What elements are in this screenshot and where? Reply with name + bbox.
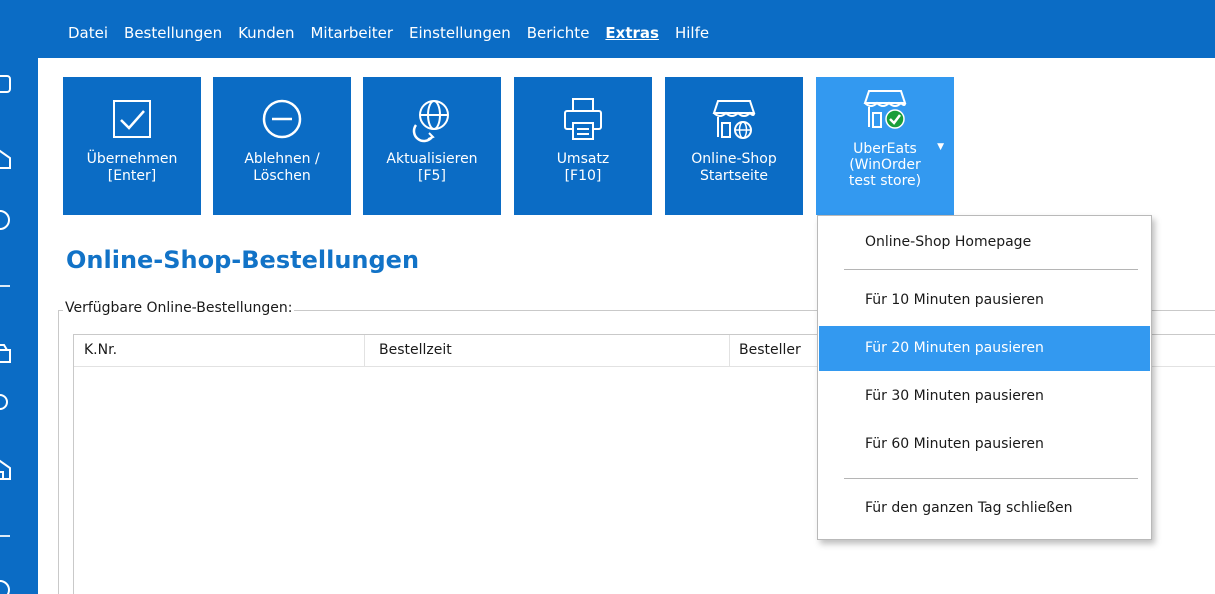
menu-berichte[interactable]: Berichte	[527, 24, 590, 42]
online-shop-label-line2: Startseite	[699, 168, 769, 184]
reject-button[interactable]: Ablehnen / Löschen	[213, 77, 351, 215]
sidebar-divider	[0, 535, 10, 537]
menu-bestellungen[interactable]: Bestellungen	[124, 24, 222, 42]
ubereats-store-label: UberEats (WinOrder test store)	[820, 141, 950, 189]
left-sidebar	[0, 0, 38, 594]
sidebar-icon-7[interactable]	[0, 578, 12, 594]
shop-globe-icon	[712, 100, 756, 139]
printer-icon	[564, 98, 602, 140]
refresh-label-line1: Aktualisieren	[386, 151, 478, 167]
menu-datei[interactable]: Datei	[68, 24, 108, 42]
sidebar-divider	[0, 285, 10, 287]
refresh-label: Aktualisieren [F5]	[367, 151, 497, 185]
accept-button[interactable]: Übernehmen [Enter]	[63, 77, 201, 215]
refresh-button[interactable]: Aktualisieren [F5]	[363, 77, 501, 215]
refresh-label-line2: [F5]	[418, 168, 446, 184]
column-header-besteller[interactable]: Besteller	[739, 342, 801, 358]
sidebar-icon-1[interactable]	[0, 72, 12, 96]
sidebar-icon-5[interactable]	[0, 390, 12, 414]
menu-extras[interactable]: Extras	[605, 24, 659, 42]
reject-label-line1: Ablehnen /	[244, 151, 320, 167]
menu-separator	[844, 478, 1138, 479]
menu-item-online-shop-homepage[interactable]: Online-Shop Homepage	[819, 220, 1150, 265]
menu-bar: Datei Bestellungen Kunden Mitarbeiter Ei…	[38, 0, 1215, 58]
revenue-button[interactable]: Umsatz [F10]	[514, 77, 652, 215]
app-window: { "menu": ["Datei", "Bestellungen", "Kun…	[0, 0, 1215, 594]
menu-item-pause-60[interactable]: Für 60 Minuten pausieren	[819, 422, 1150, 467]
revenue-label: Umsatz [F10]	[518, 151, 648, 185]
globe-refresh-icon	[412, 100, 449, 143]
sidebar-icon-4[interactable]	[0, 342, 12, 366]
reject-label-line2: Löschen	[253, 168, 311, 184]
dropdown-caret-icon[interactable]: ▼	[937, 143, 944, 152]
column-header-bestellzeit[interactable]: Bestellzeit	[379, 342, 452, 358]
menu-item-pause-20[interactable]: Für 20 Minuten pausieren	[819, 326, 1150, 371]
menu-einstellungen[interactable]: Einstellungen	[409, 24, 511, 42]
online-shop-label-line1: Online-Shop	[691, 151, 777, 167]
column-separator[interactable]	[364, 335, 365, 367]
online-shop-label: Online-Shop Startseite	[669, 151, 799, 185]
accept-label-line2: [Enter]	[107, 168, 157, 184]
revenue-label-line2: [F10]	[564, 168, 602, 184]
ubereats-store-button[interactable]: UberEats (WinOrder test store) ▼	[816, 77, 954, 215]
reject-label: Ablehnen / Löschen	[217, 151, 347, 185]
accept-label-line1: Übernehmen	[86, 151, 178, 167]
menu-item-pause-30[interactable]: Für 30 Minuten pausieren	[819, 374, 1150, 419]
ubereats-label-line1: UberEats	[853, 141, 917, 157]
menu-mitarbeiter[interactable]: Mitarbeiter	[310, 24, 393, 42]
menu-item-pause-10[interactable]: Für 10 Minuten pausieren	[819, 278, 1150, 323]
menu-list: Datei Bestellungen Kunden Mitarbeiter Ei…	[68, 24, 725, 42]
online-shop-button[interactable]: Online-Shop Startseite	[665, 77, 803, 215]
sidebar-icon-2[interactable]	[0, 148, 12, 172]
sidebar-icon-6[interactable]	[0, 458, 12, 482]
shop-check-icon	[863, 90, 907, 129]
group-label: Verfügbare Online-Bestellungen:	[63, 300, 295, 316]
sidebar-icon-3[interactable]	[0, 208, 12, 232]
store-dropdown-menu: Online-Shop Homepage Für 10 Minuten paus…	[817, 215, 1152, 540]
page-title: Online-Shop-Bestellungen	[66, 246, 420, 274]
menu-kunden[interactable]: Kunden	[238, 24, 294, 42]
menu-separator	[844, 269, 1138, 270]
ubereats-label-line2: (WinOrder	[849, 157, 921, 173]
ubereats-label-line3: test store)	[848, 173, 922, 189]
accept-label: Übernehmen [Enter]	[67, 151, 197, 185]
checkbox-check-icon	[113, 100, 151, 138]
column-separator[interactable]	[729, 335, 730, 367]
revenue-label-line1: Umsatz	[556, 151, 610, 167]
menu-item-close-all-day[interactable]: Für den ganzen Tag schließen	[819, 486, 1150, 531]
menu-hilfe[interactable]: Hilfe	[675, 24, 709, 42]
column-header-knr[interactable]: K.Nr.	[84, 342, 117, 358]
minus-circle-icon	[262, 99, 302, 139]
